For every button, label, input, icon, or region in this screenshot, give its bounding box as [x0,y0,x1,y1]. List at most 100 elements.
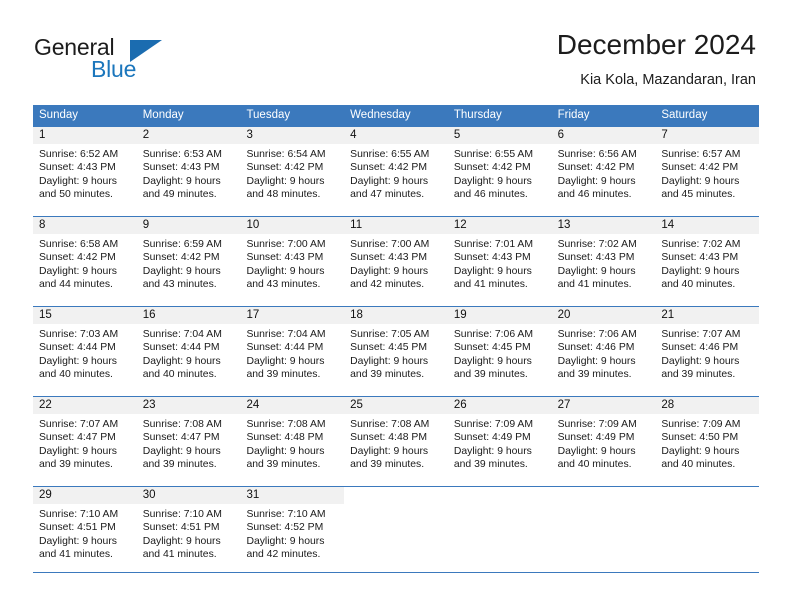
calendar-day-cell[interactable]: 17 Sunrise: 7:04 AM Sunset: 4:44 PM Dayligh… [240,307,345,396]
daylight-text-line1: Daylight: 9 hours [142,265,221,277]
day-sun-info: Sunrise: 7:10 AM Sunset: 4:51 PM Daylight:… [137,504,241,562]
calendar-day-cell-empty [447,487,552,572]
calendar-day-cell[interactable]: 6 Sunrise: 6:56 AM Sunset: 4:42 PM Daylight… [551,127,656,216]
calendar-day-cell[interactable]: 29 Sunrise: 7:10 AM Sunset: 4:51 PM Dayligh… [33,487,137,572]
sunrise-text: Sunrise: 6:55 AM [350,149,430,160]
sunset-text: Sunset: 4:47 PM [39,432,116,444]
calendar-bottom-border [33,572,759,573]
daylight-text-line2: and 43 minutes. [246,279,321,291]
day-number-band: 4 [344,127,448,144]
calendar-day-cell[interactable]: 25 Sunrise: 7:08 AM Sunset: 4:48 PM Dayligh… [344,397,448,486]
calendar-day-cell[interactable]: 15 Sunrise: 7:03 AM Sunset: 4:44 PM Dayligh… [33,307,137,396]
day-number: 7 [661,129,668,141]
sunset-text: Sunset: 4:45 PM [453,342,531,354]
day-number-band: 16 [136,307,241,324]
calendar-day-cell[interactable]: 28 Sunrise: 7:09 AM Sunset: 4:50 PM Dayligh… [655,397,760,486]
day-number: 29 [39,489,52,501]
day-number-band: 12 [447,217,552,234]
calendar-page: General Blue December 2024 Kia Kola, Maz… [0,0,792,612]
calendar-day-cell[interactable]: 14 Sunrise: 7:02 AM Sunset: 4:43 PM Dayligh… [655,217,760,306]
daylight-text-line2: and 46 minutes. [557,189,632,201]
calendar-day-cell[interactable]: 26 Sunrise: 7:09 AM Sunset: 4:49 PM Dayligh… [447,397,552,486]
day-sun-info: Sunrise: 7:05 AM Sunset: 4:45 PM Daylight:… [344,324,448,382]
day-sun-info: Sunrise: 7:08 AM Sunset: 4:48 PM Daylight:… [240,414,344,472]
day-number-band: 11 [344,217,448,234]
daylight-text-line1: Daylight: 9 hours [350,265,429,277]
day-number: 17 [246,309,260,321]
daylight-text-line1: Daylight: 9 hours [350,175,429,187]
day-number-band: 27 [551,397,656,414]
logo-text-blue: Blue [91,56,137,82]
calendar-day-cell[interactable]: 19 Sunrise: 7:06 AM Sunset: 4:45 PM Dayligh… [447,307,552,396]
sunset-text: Sunset: 4:43 PM [557,252,635,264]
day-number-band: 24 [240,397,345,414]
day-sun-info: Sunrise: 7:02 AM Sunset: 4:43 PM Daylight:… [552,234,656,292]
day-number-band: 3 [240,127,345,144]
daylight-text-line1: Daylight: 9 hours [142,445,221,457]
calendar-day-cell[interactable]: 5 Sunrise: 6:55 AM Sunset: 4:42 PM Daylight… [447,127,552,216]
calendar-day-cell[interactable]: 30 Sunrise: 7:10 AM Sunset: 4:51 PM Dayligh… [136,487,241,572]
daylight-text-line1: Daylight: 9 hours [661,355,740,367]
day-number-band: 29 [33,487,137,504]
sunrise-text: Sunrise: 7:08 AM [142,419,222,430]
day-number: 8 [39,219,46,231]
calendar-day-cell[interactable]: 7 Sunrise: 6:57 AM Sunset: 4:42 PM Daylight… [655,127,760,216]
calendar-day-cell[interactable]: 20 Sunrise: 7:06 AM Sunset: 4:46 PM Dayligh… [551,307,656,396]
sunset-text: Sunset: 4:43 PM [246,252,324,264]
sunset-text: Sunset: 4:51 PM [142,522,220,534]
calendar-day-cell[interactable]: 1 Sunrise: 6:52 AM Sunset: 4:43 PM Daylight… [33,127,137,216]
calendar-day-cell[interactable]: 16 Sunrise: 7:04 AM Sunset: 4:44 PM Dayligh… [136,307,241,396]
daylight-text-line1: Daylight: 9 hours [246,265,325,277]
general-blue-logo[interactable]: General Blue [34,34,214,86]
weekday-header-thursday: Thursday [453,109,502,121]
day-number: 4 [350,129,357,141]
weekday-header-saturday: Saturday [661,109,708,121]
daylight-text-line2: and 39 minutes. [246,369,321,381]
day-number: 19 [453,309,467,321]
calendar-day-cell[interactable]: 27 Sunrise: 7:09 AM Sunset: 4:49 PM Dayligh… [551,397,656,486]
day-sun-info: Sunrise: 7:09 AM Sunset: 4:50 PM Daylight:… [655,414,759,472]
day-number: 25 [350,399,363,411]
daylight-text-line1: Daylight: 9 hours [557,355,636,367]
daylight-text-line2: and 39 minutes. [39,459,113,471]
calendar-day-cell[interactable]: 11 Sunrise: 7:00 AM Sunset: 4:43 PM Dayligh… [344,217,448,306]
daylight-text-line2: and 44 minutes. [39,279,113,291]
sunset-text: Sunset: 4:50 PM [661,432,739,444]
day-sun-info: Sunrise: 6:56 AM Sunset: 4:42 PM Daylight:… [552,144,656,202]
sunrise-text: Sunrise: 7:07 AM [39,419,119,430]
day-number-band: 17 [240,307,345,324]
daylight-text-line1: Daylight: 9 hours [557,265,636,277]
sunrise-text: Sunrise: 6:57 AM [661,149,741,160]
day-number-band [447,487,552,504]
weekday-header-tuesday: Tuesday [246,109,291,121]
calendar-day-cell[interactable]: 18 Sunrise: 7:05 AM Sunset: 4:45 PM Dayligh… [344,307,448,396]
daylight-text-line1: Daylight: 9 hours [246,355,325,367]
sunset-text: Sunset: 4:43 PM [350,252,427,264]
calendar-day-cell[interactable]: 12 Sunrise: 7:01 AM Sunset: 4:43 PM Dayligh… [447,217,552,306]
sunrise-text: Sunrise: 7:08 AM [246,419,326,430]
day-number-band: 9 [136,217,241,234]
calendar-day-cell[interactable]: 10 Sunrise: 7:00 AM Sunset: 4:43 PM Dayligh… [240,217,345,306]
day-number: 9 [142,219,150,231]
sunrise-text: Sunrise: 7:06 AM [453,329,534,340]
calendar-day-cell-empty [344,487,448,572]
day-number: 20 [557,309,571,321]
calendar-day-cell[interactable]: 31 Sunrise: 7:10 AM Sunset: 4:52 PM Dayligh… [240,487,345,572]
day-number: 27 [557,399,571,411]
day-sun-info: Sunrise: 6:59 AM Sunset: 4:42 PM Daylight:… [137,234,241,292]
daylight-text-line2: and 50 minutes. [39,189,113,201]
calendar-day-cell[interactable]: 3 Sunrise: 6:54 AM Sunset: 4:42 PM Daylight… [240,127,345,216]
calendar-day-cell[interactable]: 4 Sunrise: 6:55 AM Sunset: 4:42 PM Daylight… [344,127,448,216]
calendar-day-cell[interactable]: 13 Sunrise: 7:02 AM Sunset: 4:43 PM Dayligh… [551,217,656,306]
calendar-day-cell[interactable]: 21 Sunrise: 7:07 AM Sunset: 4:46 PM Dayligh… [655,307,760,396]
day-number: 30 [142,489,156,501]
calendar-day-cell[interactable]: 9 Sunrise: 6:59 AM Sunset: 4:42 PM Daylight… [136,217,241,306]
day-sun-info: Sunrise: 7:04 AM Sunset: 4:44 PM Daylight:… [240,324,344,382]
calendar-day-cell[interactable]: 2 Sunrise: 6:53 AM Sunset: 4:43 PM Daylight… [136,127,241,216]
calendar-day-cell[interactable]: 22 Sunrise: 7:07 AM Sunset: 4:47 PM Dayligh… [33,397,137,486]
calendar-day-cell[interactable]: 24 Sunrise: 7:08 AM Sunset: 4:48 PM Dayligh… [240,397,345,486]
calendar-day-cell[interactable]: 8 Sunrise: 6:58 AM Sunset: 4:42 PM Daylight… [33,217,137,306]
daylight-text-line1: Daylight: 9 hours [453,355,532,367]
calendar-day-cell[interactable]: 23 Sunrise: 7:08 AM Sunset: 4:47 PM Dayligh… [136,397,241,486]
daylight-text-line2: and 49 minutes. [142,189,217,201]
